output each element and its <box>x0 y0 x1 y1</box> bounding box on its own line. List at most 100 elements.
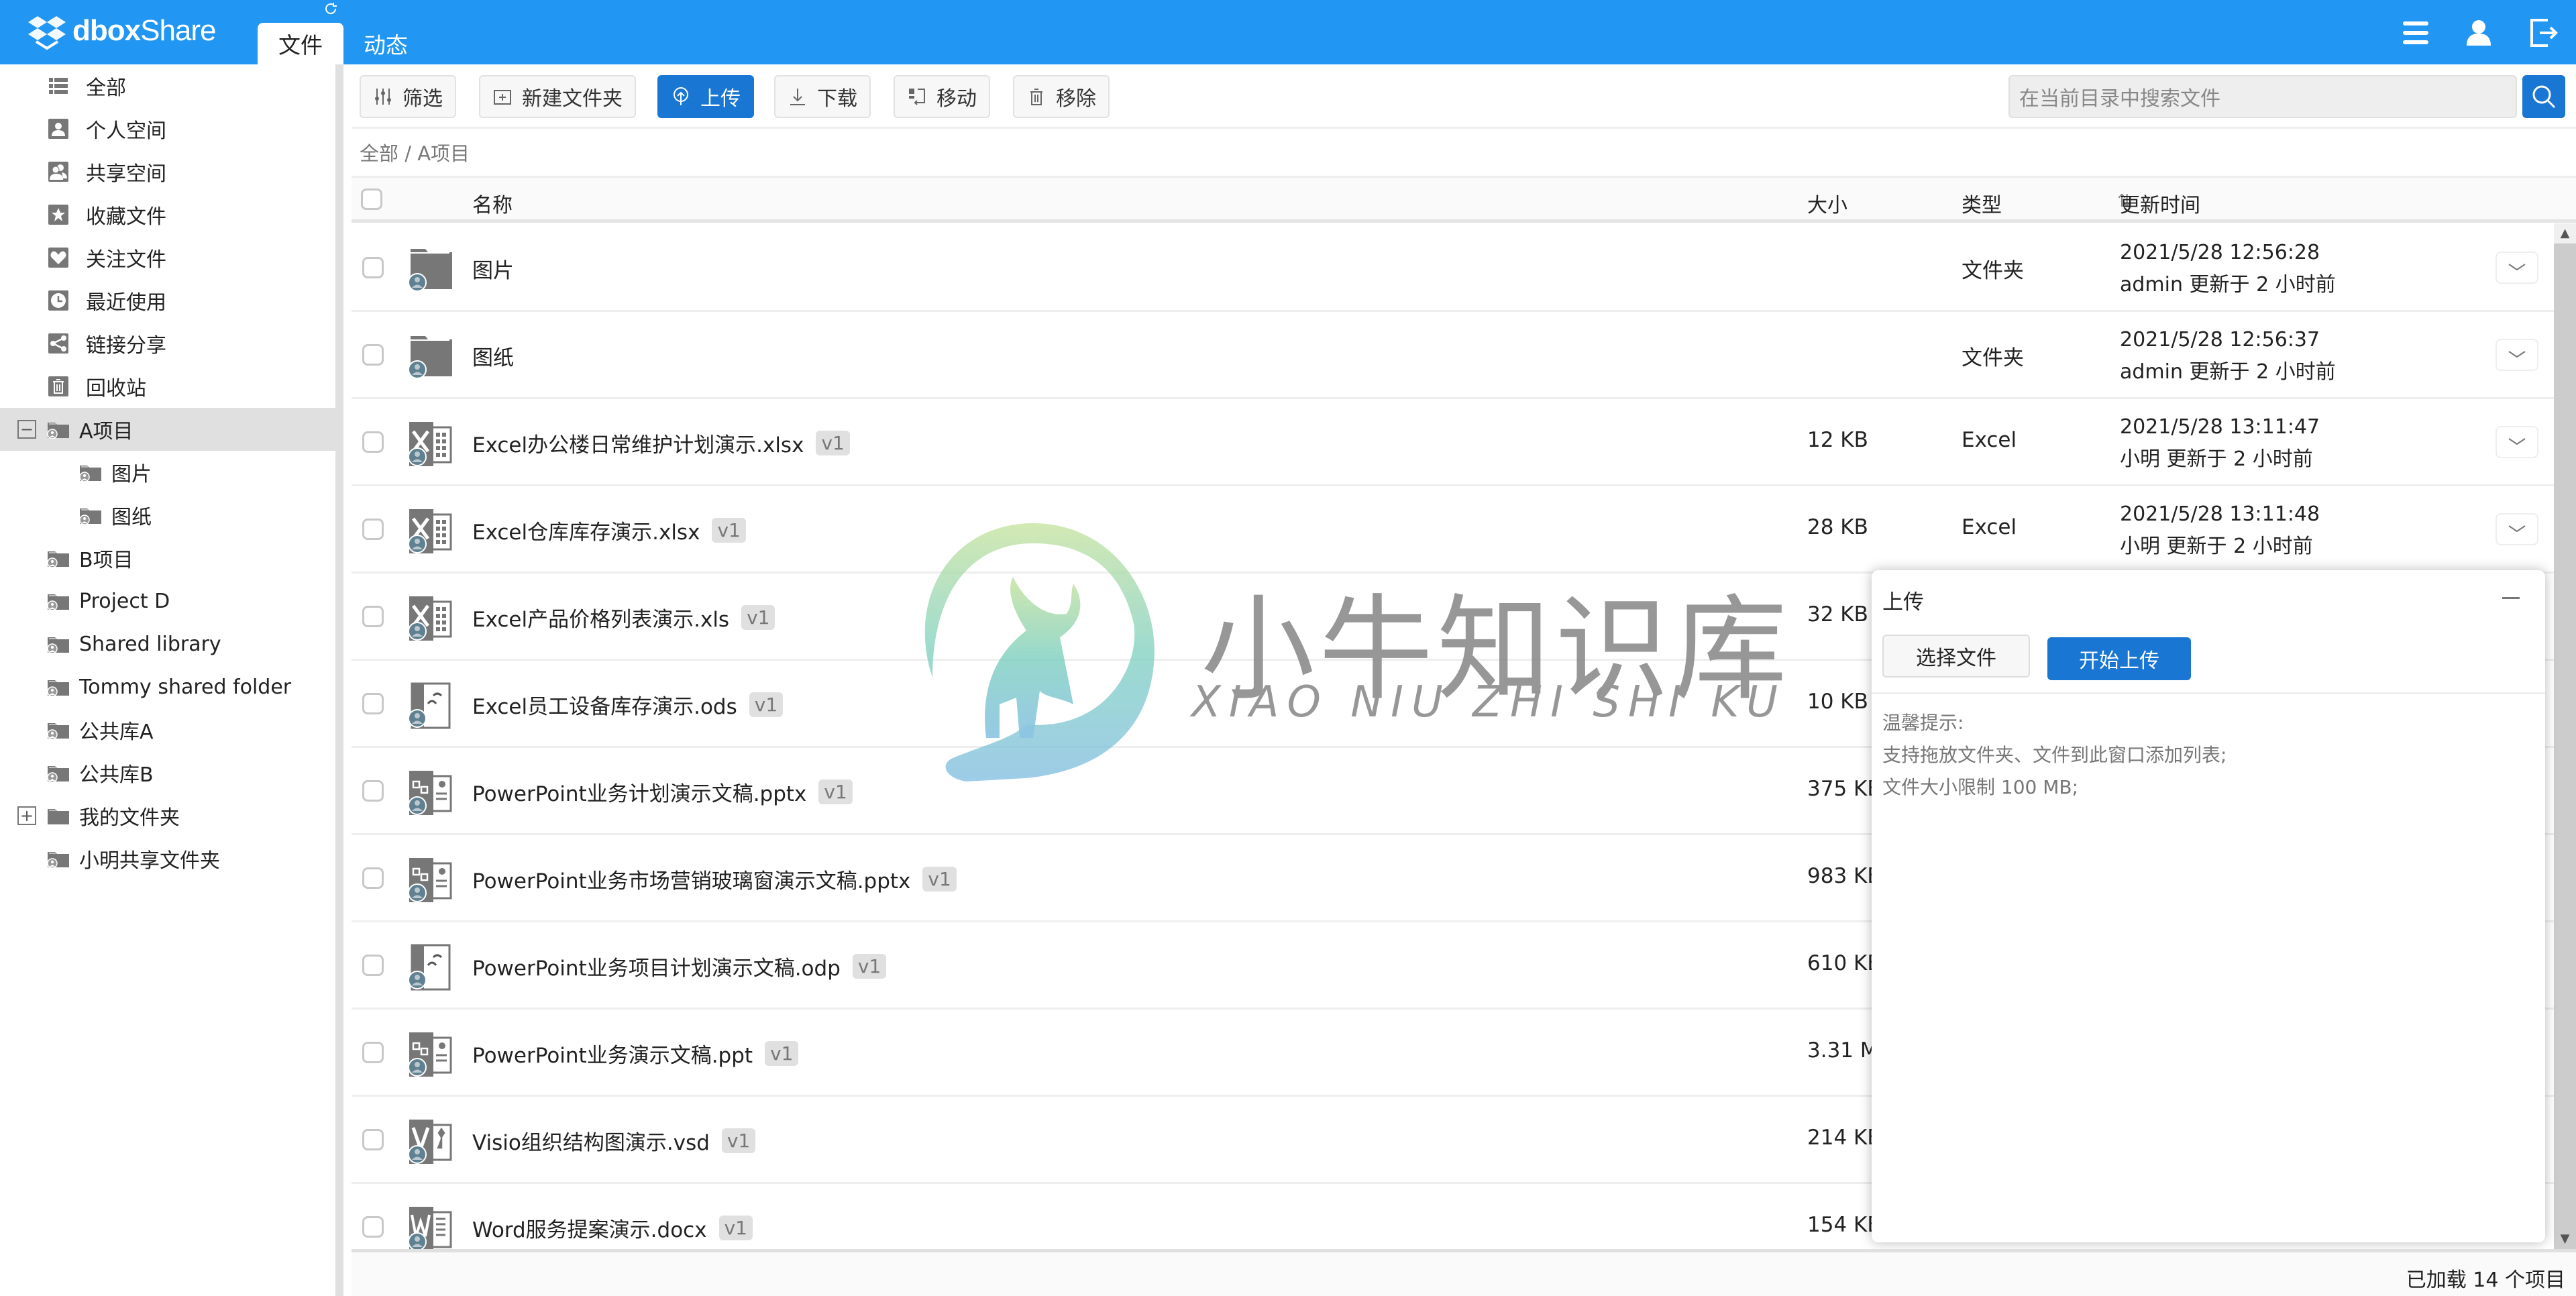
tip-line: 支持拖放文件夹、文件到此窗口添加列表; <box>1882 744 2227 766</box>
tab-activity[interactable]: 动态 <box>356 23 416 64</box>
version-badge[interactable]: v1 <box>741 605 775 630</box>
column-size[interactable]: 大小 <box>1807 188 1847 218</box>
row-checkbox[interactable] <box>362 693 384 714</box>
row-checkbox[interactable] <box>362 780 384 802</box>
move-button[interactable]: 移动 <box>894 75 990 118</box>
file-name[interactable]: Excel员工设备库存演示.ods v1 <box>472 690 784 720</box>
row-checkbox[interactable] <box>362 606 384 627</box>
select-all-checkbox[interactable] <box>361 188 382 210</box>
tree-item[interactable]: + 我的文件夹 <box>0 794 335 837</box>
file-name-text: Word服务提案演示.docx <box>472 1218 707 1242</box>
tree-item[interactable]: 图纸 <box>0 494 335 537</box>
file-name[interactable]: PowerPoint业务计划演示文稿.pptx v1 <box>472 777 853 807</box>
expand-toggle[interactable]: + <box>17 806 36 825</box>
row-checkbox[interactable] <box>362 257 384 278</box>
version-badge[interactable]: v1 <box>765 1041 799 1066</box>
version-badge[interactable]: v1 <box>922 867 957 892</box>
row-checkbox[interactable] <box>362 1042 384 1063</box>
row-menu-button[interactable] <box>2496 339 2538 371</box>
updated-info: 2021/5/28 13:11:48 小明 更新于 2 小时前 <box>2120 498 2320 563</box>
file-name[interactable]: 图片 <box>472 254 514 284</box>
sidebar-item-0[interactable]: 全部 <box>0 64 335 107</box>
row-checkbox[interactable] <box>362 1129 384 1150</box>
file-name[interactable]: PowerPoint业务市场营销玻璃窗演示文稿.pptx v1 <box>472 864 957 894</box>
file-name[interactable]: Visio组织结构图演示.vsd v1 <box>472 1126 756 1156</box>
tree-item[interactable]: 公共库A <box>0 708 335 751</box>
scroll-down-arrow[interactable]: ▼ <box>2554 1229 2576 1249</box>
version-badge[interactable]: v1 <box>712 518 746 543</box>
row-checkbox[interactable] <box>362 519 384 540</box>
table-row[interactable]: Excel办公楼日常维护计划演示.xlsx v1 12 KB Excel 2021/5/… <box>352 399 2554 486</box>
sidebar-item-3[interactable]: 收藏文件 <box>0 193 335 236</box>
row-checkbox[interactable] <box>362 344 384 366</box>
sidebar-item-5[interactable]: 最近使用 <box>0 279 335 322</box>
file-name[interactable]: 图纸 <box>472 341 514 371</box>
collapse-toggle[interactable]: − <box>17 420 36 439</box>
file-name[interactable]: Excel仓库库存演示.xlsx v1 <box>472 515 746 545</box>
row-menu-button[interactable] <box>2496 426 2538 458</box>
tree-item[interactable]: − A项目 <box>0 408 335 451</box>
minimize-icon[interactable] <box>2502 597 2520 599</box>
search-button[interactable] <box>2522 75 2565 118</box>
filter-button[interactable]: 筛选 <box>360 75 456 118</box>
logout-icon[interactable] <box>2528 17 2559 48</box>
sidebar-item-4[interactable]: 关注文件 <box>0 236 335 279</box>
tree-item[interactable]: 公共库B <box>0 751 335 794</box>
file-name[interactable]: Excel产品价格列表演示.xls v1 <box>472 602 775 633</box>
table-row[interactable]: Excel仓库库存演示.xlsx v1 28 KB Excel 2021/5/28 13… <box>352 486 2554 574</box>
file-name[interactable]: PowerPoint业务项目计划演示文稿.odp v1 <box>472 951 887 981</box>
tree-item[interactable]: B项目 <box>0 537 335 580</box>
filter-label: 筛选 <box>402 87 443 111</box>
version-badge[interactable]: v1 <box>818 779 853 804</box>
column-name[interactable]: 名称 <box>472 188 513 218</box>
file-name[interactable]: PowerPoint业务演示文稿.ppt v1 <box>472 1038 799 1069</box>
tree-item[interactable]: Shared library <box>0 623 335 665</box>
version-badge[interactable]: v1 <box>816 431 850 455</box>
scrollbar[interactable]: ▲ ▼ <box>2554 223 2576 1249</box>
sidebar-item-7[interactable]: 回收站 <box>0 365 335 408</box>
sidebar-item-2[interactable]: 共享空间 <box>0 150 335 193</box>
tree-item[interactable]: 图片 <box>0 451 335 494</box>
file-name-text: 图纸 <box>472 346 514 370</box>
file-size: 214 KB <box>1807 1126 1882 1150</box>
table-row[interactable]: 图片 文件夹 2021/5/28 12:56:28 admin 更新于 2 小时前 <box>352 225 2554 312</box>
row-menu-button[interactable] <box>2496 252 2538 284</box>
tree-item-label: 图片 <box>111 463 152 486</box>
version-badge[interactable]: v1 <box>718 1216 753 1240</box>
tree-item[interactable]: Project D <box>0 580 335 623</box>
start-upload-button[interactable]: 开始上传 <box>2047 637 2191 680</box>
row-checkbox[interactable] <box>362 431 384 453</box>
upload-button[interactable]: 上传 <box>657 75 754 118</box>
version-badge[interactable]: v1 <box>749 692 784 717</box>
tree-item[interactable]: 小明共享文件夹 <box>0 837 335 880</box>
row-checkbox[interactable] <box>362 867 384 889</box>
breadcrumb[interactable]: 全部 / A项目 <box>360 138 470 166</box>
sidebar-item-6[interactable]: 链接分享 <box>0 322 335 365</box>
folder-file-icon <box>405 332 453 380</box>
column-type[interactable]: 类型 <box>1962 188 2002 218</box>
sidebar-item-1[interactable]: 个人空间 <box>0 107 335 150</box>
version-badge[interactable]: v1 <box>721 1128 756 1153</box>
column-updated[interactable]: 更新时间 <box>2120 188 2200 218</box>
row-menu-button[interactable] <box>2496 513 2538 545</box>
search-input[interactable]: 在当前目录中搜索文件 <box>2008 75 2517 118</box>
scroll-up-arrow[interactable]: ▲ <box>2554 223 2576 244</box>
download-button[interactable]: 下载 <box>774 75 871 118</box>
row-checkbox[interactable] <box>362 955 384 976</box>
menu-icon[interactable] <box>2400 17 2431 48</box>
logo[interactable]: dboxShare <box>27 12 217 50</box>
table-row[interactable]: 图纸 文件夹 2021/5/28 12:56:37 admin 更新于 2 小时前 <box>352 312 2554 399</box>
file-name[interactable]: Word服务提案演示.docx v1 <box>472 1213 753 1243</box>
row-checkbox[interactable] <box>362 1216 384 1238</box>
updated-date: 2021/5/28 12:56:37 <box>2120 328 2320 352</box>
refresh-icon[interactable] <box>323 1 338 16</box>
tree-item[interactable]: Tommy shared folder <box>0 665 335 708</box>
file-name[interactable]: Excel办公楼日常维护计划演示.xlsx v1 <box>472 428 850 458</box>
remove-button[interactable]: 移除 <box>1013 75 1110 118</box>
version-badge[interactable]: v1 <box>852 954 887 979</box>
shared-folder-icon <box>47 763 70 783</box>
user-icon[interactable] <box>2463 17 2494 48</box>
tab-files[interactable]: 文件 <box>258 23 343 64</box>
new-folder-button[interactable]: 新建文件夹 <box>479 75 636 118</box>
choose-file-button[interactable]: 选择文件 <box>1882 635 2030 678</box>
